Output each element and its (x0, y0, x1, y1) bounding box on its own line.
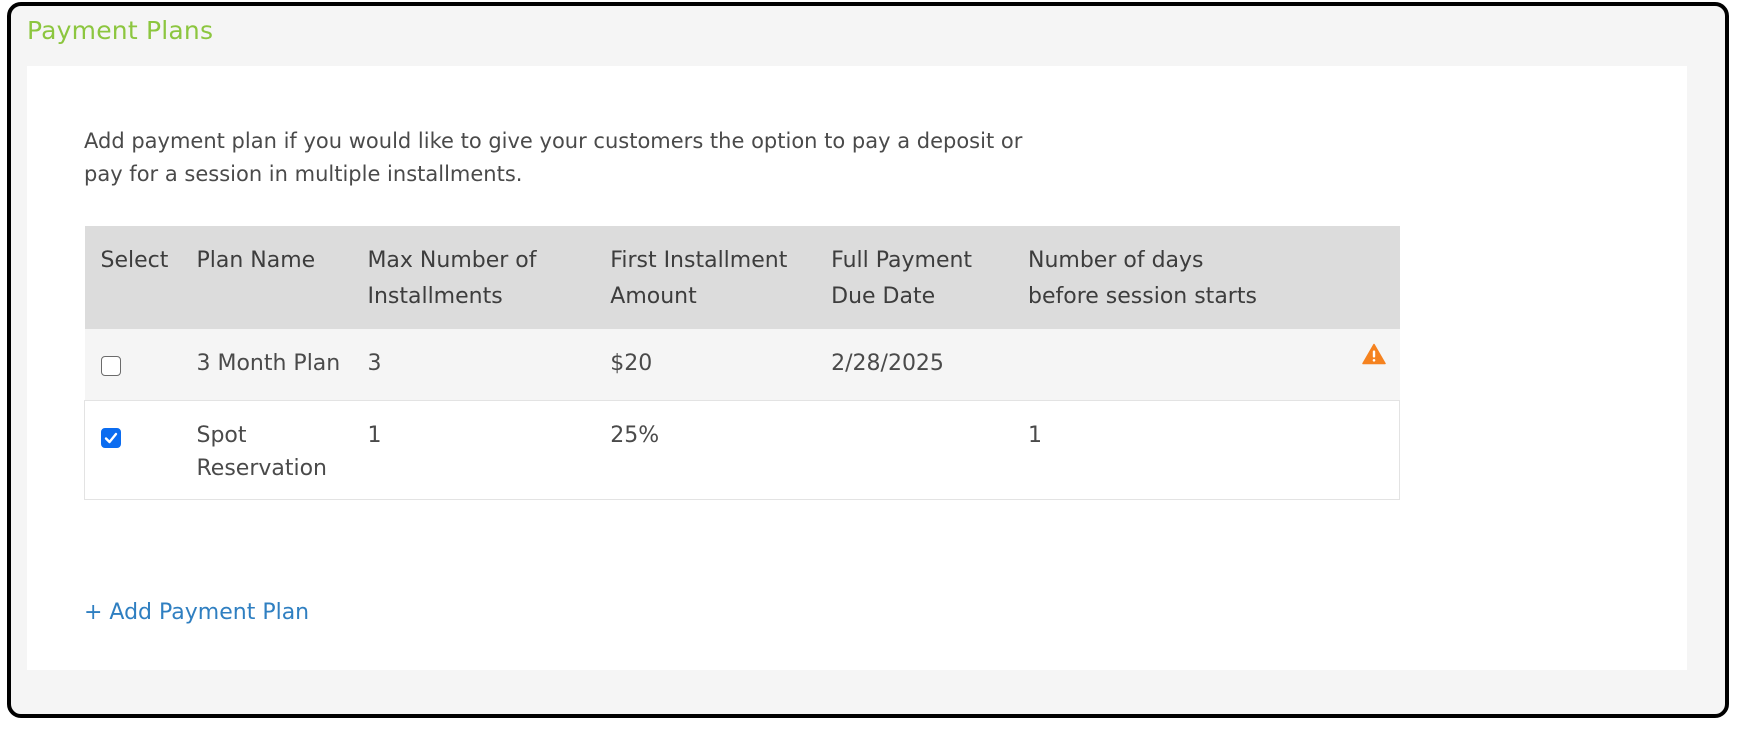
header-max-installments-line2: Installments (367, 284, 503, 309)
header-days-before-line2: before session starts (1028, 284, 1257, 309)
max-installments-cell: 3 (351, 329, 595, 401)
header-full-payment-due: Full Payment Due Date (815, 226, 1012, 329)
payment-plans-table: Select Plan Name Max Number of Installme… (84, 226, 1400, 500)
header-days-before-line1: Number of days (1028, 248, 1204, 273)
header-first-installment-line1: First Installment (610, 248, 788, 273)
table-header-row: Select Plan Name Max Number of Installme… (84, 226, 1400, 329)
header-days-before: Number of days before session starts (1012, 226, 1400, 329)
max-installments-cell: 1 (351, 400, 595, 500)
table-row[interactable]: Spot Reservation 1 25% 1 (84, 400, 1400, 500)
full-due-date-cell: 2/28/2025 (815, 329, 1012, 401)
intro-line-1: Add payment plan if you would like to gi… (84, 129, 1023, 153)
add-payment-plan-link[interactable]: + Add Payment Plan (84, 600, 309, 625)
plan-name-cell: 3 Month Plan (180, 329, 352, 401)
intro-line-2: pay for a session in multiple installmen… (84, 162, 523, 186)
plan-name-line2: Reservation (196, 456, 328, 481)
table-row[interactable]: 3 Month Plan 3 $20 2/28/2025 (84, 329, 1400, 401)
header-first-installment-line2: Amount (610, 284, 697, 309)
payment-plans-frame: Payment Plans Add payment plan if you wo… (7, 2, 1729, 718)
days-before-cell (1012, 329, 1400, 401)
section-title: Payment Plans (27, 16, 214, 45)
header-first-installment: First Installment Amount (594, 226, 816, 329)
header-full-payment-line2: Due Date (831, 284, 936, 309)
plan-name-cell: Spot Reservation (180, 400, 352, 500)
select-checkbox-3-month-plan[interactable] (100, 356, 121, 376)
header-select: Select (84, 226, 181, 329)
select-cell (84, 400, 181, 500)
warning-triangle-icon[interactable] (1361, 343, 1386, 365)
first-amount-cell: 25% (594, 400, 816, 500)
days-before-cell: 1 (1012, 400, 1400, 500)
header-plan-name: Plan Name (180, 226, 352, 329)
plan-name-line1: Spot (196, 423, 247, 448)
full-due-date-cell (815, 400, 1012, 500)
payment-plans-panel: Add payment plan if you would like to gi… (27, 66, 1687, 670)
header-max-installments-line1: Max Number of (367, 248, 537, 273)
select-cell (84, 329, 181, 401)
checkmark-icon (104, 432, 118, 444)
select-checkbox-spot-reservation[interactable] (101, 428, 121, 448)
intro-text: Add payment plan if you would like to gi… (84, 125, 1124, 191)
header-full-payment-line1: Full Payment (831, 248, 973, 273)
header-max-installments: Max Number of Installments (351, 226, 595, 329)
first-amount-cell: $20 (594, 329, 816, 401)
